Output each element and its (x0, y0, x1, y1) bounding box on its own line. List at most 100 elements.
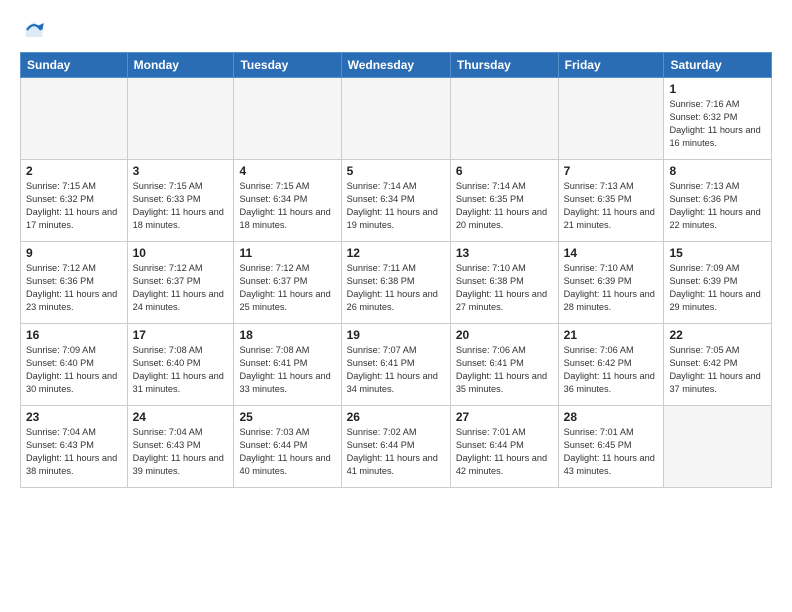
day-number: 27 (456, 410, 553, 424)
day-info: Sunrise: 7:13 AM Sunset: 6:36 PM Dayligh… (669, 180, 766, 232)
week-row-4: 23 Sunrise: 7:04 AM Sunset: 6:43 PM Dayli… (21, 406, 772, 488)
day-number: 20 (456, 328, 553, 342)
calendar-cell: 7 Sunrise: 7:13 AM Sunset: 6:35 PM Daylig… (558, 160, 664, 242)
weekday-header-wednesday: Wednesday (341, 53, 450, 78)
day-number: 28 (564, 410, 659, 424)
day-info: Sunrise: 7:05 AM Sunset: 6:42 PM Dayligh… (669, 344, 766, 396)
calendar-cell (127, 78, 234, 160)
week-row-0: 1 Sunrise: 7:16 AM Sunset: 6:32 PM Daylig… (21, 78, 772, 160)
logo-icon (20, 16, 48, 44)
calendar-cell: 24 Sunrise: 7:04 AM Sunset: 6:43 PM Dayli… (127, 406, 234, 488)
weekday-header-row: SundayMondayTuesdayWednesdayThursdayFrid… (21, 53, 772, 78)
calendar-cell: 11 Sunrise: 7:12 AM Sunset: 6:37 PM Dayli… (234, 242, 341, 324)
day-info: Sunrise: 7:11 AM Sunset: 6:38 PM Dayligh… (347, 262, 445, 314)
day-info: Sunrise: 7:07 AM Sunset: 6:41 PM Dayligh… (347, 344, 445, 396)
calendar-cell: 6 Sunrise: 7:14 AM Sunset: 6:35 PM Daylig… (450, 160, 558, 242)
day-info: Sunrise: 7:12 AM Sunset: 6:37 PM Dayligh… (239, 262, 335, 314)
calendar-cell: 25 Sunrise: 7:03 AM Sunset: 6:44 PM Dayli… (234, 406, 341, 488)
day-info: Sunrise: 7:14 AM Sunset: 6:35 PM Dayligh… (456, 180, 553, 232)
day-number: 3 (133, 164, 229, 178)
day-number: 6 (456, 164, 553, 178)
day-info: Sunrise: 7:12 AM Sunset: 6:37 PM Dayligh… (133, 262, 229, 314)
day-number: 17 (133, 328, 229, 342)
logo (20, 16, 50, 44)
weekday-header-saturday: Saturday (664, 53, 772, 78)
day-info: Sunrise: 7:06 AM Sunset: 6:41 PM Dayligh… (456, 344, 553, 396)
day-info: Sunrise: 7:08 AM Sunset: 6:40 PM Dayligh… (133, 344, 229, 396)
calendar-cell (664, 406, 772, 488)
calendar-cell: 12 Sunrise: 7:11 AM Sunset: 6:38 PM Dayli… (341, 242, 450, 324)
calendar-cell: 1 Sunrise: 7:16 AM Sunset: 6:32 PM Daylig… (664, 78, 772, 160)
day-info: Sunrise: 7:15 AM Sunset: 6:34 PM Dayligh… (239, 180, 335, 232)
day-info: Sunrise: 7:06 AM Sunset: 6:42 PM Dayligh… (564, 344, 659, 396)
day-number: 24 (133, 410, 229, 424)
header (20, 16, 772, 44)
calendar-cell: 26 Sunrise: 7:02 AM Sunset: 6:44 PM Dayli… (341, 406, 450, 488)
calendar-cell: 4 Sunrise: 7:15 AM Sunset: 6:34 PM Daylig… (234, 160, 341, 242)
day-number: 10 (133, 246, 229, 260)
day-number: 7 (564, 164, 659, 178)
day-number: 1 (669, 82, 766, 96)
day-number: 18 (239, 328, 335, 342)
day-info: Sunrise: 7:04 AM Sunset: 6:43 PM Dayligh… (133, 426, 229, 478)
weekday-header-thursday: Thursday (450, 53, 558, 78)
weekday-header-friday: Friday (558, 53, 664, 78)
day-number: 2 (26, 164, 122, 178)
calendar-cell: 5 Sunrise: 7:14 AM Sunset: 6:34 PM Daylig… (341, 160, 450, 242)
day-number: 13 (456, 246, 553, 260)
calendar-cell: 2 Sunrise: 7:15 AM Sunset: 6:32 PM Daylig… (21, 160, 128, 242)
day-number: 12 (347, 246, 445, 260)
day-info: Sunrise: 7:01 AM Sunset: 6:45 PM Dayligh… (564, 426, 659, 478)
day-info: Sunrise: 7:09 AM Sunset: 6:40 PM Dayligh… (26, 344, 122, 396)
calendar-cell: 23 Sunrise: 7:04 AM Sunset: 6:43 PM Dayli… (21, 406, 128, 488)
calendar-cell: 15 Sunrise: 7:09 AM Sunset: 6:39 PM Dayli… (664, 242, 772, 324)
week-row-2: 9 Sunrise: 7:12 AM Sunset: 6:36 PM Daylig… (21, 242, 772, 324)
day-info: Sunrise: 7:15 AM Sunset: 6:32 PM Dayligh… (26, 180, 122, 232)
calendar-cell (21, 78, 128, 160)
day-info: Sunrise: 7:13 AM Sunset: 6:35 PM Dayligh… (564, 180, 659, 232)
day-info: Sunrise: 7:04 AM Sunset: 6:43 PM Dayligh… (26, 426, 122, 478)
day-number: 16 (26, 328, 122, 342)
day-info: Sunrise: 7:01 AM Sunset: 6:44 PM Dayligh… (456, 426, 553, 478)
day-info: Sunrise: 7:08 AM Sunset: 6:41 PM Dayligh… (239, 344, 335, 396)
day-number: 22 (669, 328, 766, 342)
week-row-3: 16 Sunrise: 7:09 AM Sunset: 6:40 PM Dayli… (21, 324, 772, 406)
day-info: Sunrise: 7:10 AM Sunset: 6:38 PM Dayligh… (456, 262, 553, 314)
day-info: Sunrise: 7:12 AM Sunset: 6:36 PM Dayligh… (26, 262, 122, 314)
calendar-cell: 9 Sunrise: 7:12 AM Sunset: 6:36 PM Daylig… (21, 242, 128, 324)
calendar-cell: 10 Sunrise: 7:12 AM Sunset: 6:37 PM Dayli… (127, 242, 234, 324)
calendar-cell (558, 78, 664, 160)
weekday-header-tuesday: Tuesday (234, 53, 341, 78)
calendar-cell: 27 Sunrise: 7:01 AM Sunset: 6:44 PM Dayli… (450, 406, 558, 488)
day-number: 15 (669, 246, 766, 260)
calendar-cell: 21 Sunrise: 7:06 AM Sunset: 6:42 PM Dayli… (558, 324, 664, 406)
weekday-header-monday: Monday (127, 53, 234, 78)
day-number: 9 (26, 246, 122, 260)
day-number: 25 (239, 410, 335, 424)
day-number: 5 (347, 164, 445, 178)
calendar-cell (341, 78, 450, 160)
calendar-cell: 22 Sunrise: 7:05 AM Sunset: 6:42 PM Dayli… (664, 324, 772, 406)
day-info: Sunrise: 7:15 AM Sunset: 6:33 PM Dayligh… (133, 180, 229, 232)
week-row-1: 2 Sunrise: 7:15 AM Sunset: 6:32 PM Daylig… (21, 160, 772, 242)
day-info: Sunrise: 7:09 AM Sunset: 6:39 PM Dayligh… (669, 262, 766, 314)
calendar-cell: 19 Sunrise: 7:07 AM Sunset: 6:41 PM Dayli… (341, 324, 450, 406)
day-info: Sunrise: 7:02 AM Sunset: 6:44 PM Dayligh… (347, 426, 445, 478)
day-info: Sunrise: 7:03 AM Sunset: 6:44 PM Dayligh… (239, 426, 335, 478)
day-number: 14 (564, 246, 659, 260)
calendar-cell (234, 78, 341, 160)
day-number: 19 (347, 328, 445, 342)
day-info: Sunrise: 7:14 AM Sunset: 6:34 PM Dayligh… (347, 180, 445, 232)
day-number: 4 (239, 164, 335, 178)
calendar-cell: 8Sunrise: 7:13 AM Sunset: 6:36 PM Daylig… (664, 160, 772, 242)
weekday-header-sunday: Sunday (21, 53, 128, 78)
calendar-cell: 17 Sunrise: 7:08 AM Sunset: 6:40 PM Dayli… (127, 324, 234, 406)
day-number: 21 (564, 328, 659, 342)
day-number: 23 (26, 410, 122, 424)
day-number: 26 (347, 410, 445, 424)
day-info: Sunrise: 7:16 AM Sunset: 6:32 PM Dayligh… (669, 98, 766, 150)
calendar-cell: 16 Sunrise: 7:09 AM Sunset: 6:40 PM Dayli… (21, 324, 128, 406)
calendar-cell (450, 78, 558, 160)
day-number: 11 (239, 246, 335, 260)
page: SundayMondayTuesdayWednesdayThursdayFrid… (0, 0, 792, 612)
